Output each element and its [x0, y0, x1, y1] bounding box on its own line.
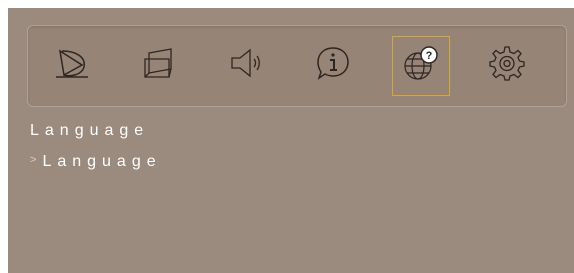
- screen-geometry-icon: [139, 43, 179, 88]
- tab-geometry[interactable]: [131, 36, 187, 94]
- category-toolbar: ?: [27, 25, 567, 107]
- menu-item-language[interactable]: > Language: [30, 153, 162, 171]
- gear-icon: [487, 43, 527, 88]
- tab-language[interactable]: ?: [392, 36, 450, 96]
- info-icon: [313, 43, 353, 88]
- tab-picture[interactable]: [44, 36, 100, 94]
- chevron-right-icon: >: [30, 154, 37, 166]
- svg-text:?: ?: [426, 50, 433, 62]
- tab-sound[interactable]: [218, 36, 274, 94]
- osd-menu-panel: ? Language > Language: [8, 8, 574, 273]
- tab-settings[interactable]: [479, 36, 535, 94]
- menu-item-label: Language: [42, 153, 162, 170]
- language-globe-icon: ?: [401, 44, 441, 89]
- section-title: Language: [30, 122, 150, 139]
- picture-icon: [52, 43, 92, 88]
- speaker-icon: [226, 43, 266, 88]
- tab-information[interactable]: [305, 36, 361, 94]
